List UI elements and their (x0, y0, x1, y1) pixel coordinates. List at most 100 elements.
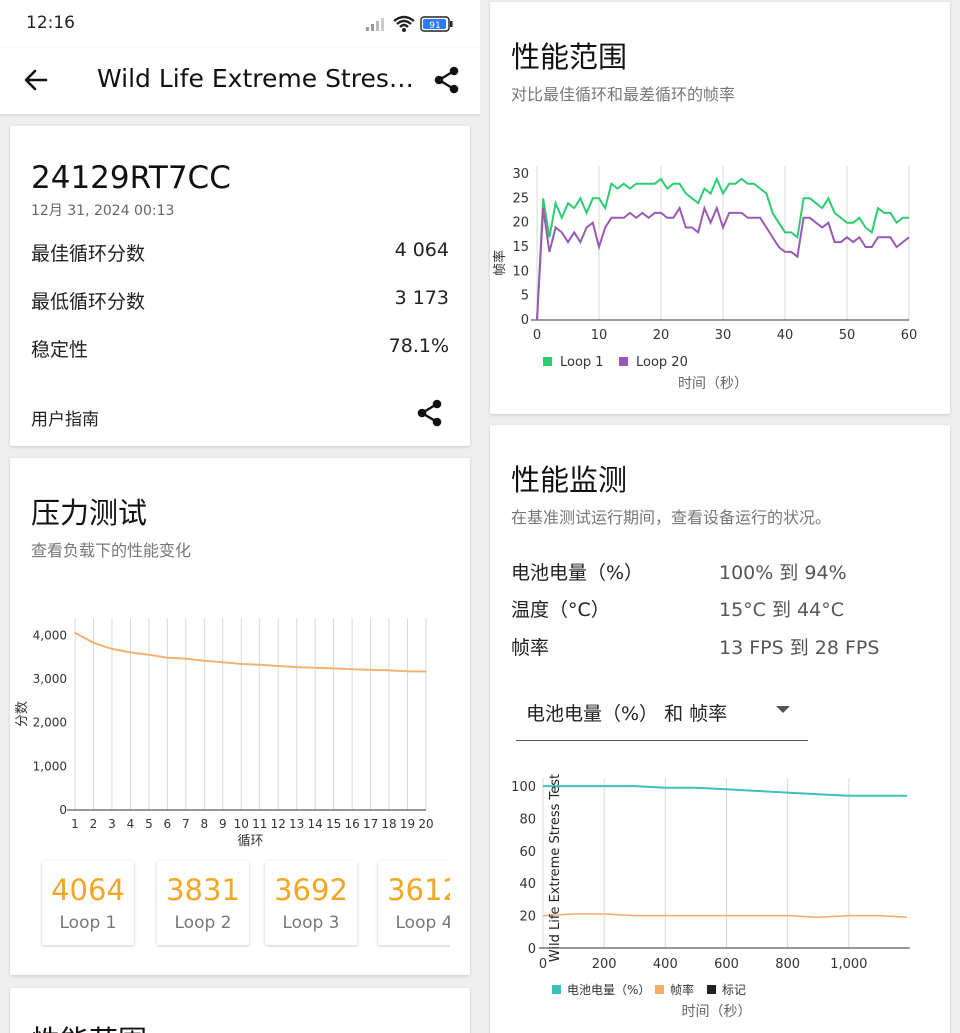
performance-range-card: 性能范围 对比最佳循环和最差循环的帧率 0 10 20 30 40 50 60 0 5 10 15 2… (490, 2, 950, 414)
loop-label: Loop 3 (282, 913, 340, 933)
dropdown-caret-icon (776, 706, 790, 713)
x-tick-label: 12 (271, 817, 286, 831)
page-title: Wild Life Extreme Stress... (97, 64, 422, 93)
legend-swatch (655, 985, 664, 994)
y-tick-label: 3,000 (33, 672, 67, 686)
y-tick-label: 25 (512, 191, 529, 206)
range-preview-title: 性能范围 (31, 1018, 147, 1033)
x-tick-label: 18 (381, 817, 396, 831)
share-icon[interactable] (432, 65, 462, 95)
metric-dropdown[interactable]: 电池电量（%） 和 帧率 (516, 695, 808, 741)
legend-label: Loop 1 (560, 355, 604, 370)
x-tick-label: 200 (592, 957, 617, 972)
performance-monitor-card: 性能监测 在基准测试运行期间，查看设备运行的状况。 电池电量（%） 100% 到… (490, 425, 950, 1033)
loop-card[interactable]: 4064 Loop 1 (42, 861, 134, 945)
left-pane: 12:16 91 Wild Life Extreme Stress... 241… (0, 0, 480, 1033)
loop-card[interactable]: 3612 Loop 4 (378, 861, 450, 945)
data-point (277, 665, 280, 667)
stress-test-card: 压力测试 查看负载下的性能变化 1 2 3 4 5 6 7 8 9 10 11 12 13 14 15 16 1… (10, 458, 470, 975)
y-tick-label: 5 (521, 289, 529, 304)
summary-card: 24129RT7CC 12月 31, 2024 00:13 最佳循环分数 4 0… (10, 126, 470, 446)
data-point (240, 663, 243, 665)
x-axis-label: 循环 (237, 834, 263, 848)
loop-card[interactable]: 3831 Loop 2 (157, 861, 249, 945)
series-line-score (74, 631, 427, 673)
wifi-icon (393, 15, 415, 32)
stress-title: 压力测试 (31, 496, 148, 530)
x-tick-label: 10 (591, 328, 608, 343)
fps-stat-label: 帧率 (511, 637, 550, 659)
data-point (203, 659, 206, 662)
x-tick-label: 6 (164, 817, 172, 831)
x-tick-label: 20 (653, 328, 670, 343)
x-tick-label: 600 (714, 957, 739, 972)
x-tick-label: 1,000 (830, 957, 867, 972)
legend-swatch (552, 985, 561, 994)
x-tick-label: 20 (418, 817, 433, 831)
x-tick-label: 400 (653, 957, 678, 972)
data-point (148, 653, 150, 656)
x-tick-label: 8 (200, 817, 208, 831)
y-tick-label: 20 (512, 216, 529, 231)
x-tick-label: 17 (363, 817, 378, 831)
y-tick-label: 60 (519, 845, 536, 860)
lowest-loop-value: 3 173 (394, 287, 449, 309)
x-axis-label: 时间（秒） (678, 376, 748, 392)
series-line-battery (543, 785, 907, 797)
guide-share-icon[interactable] (415, 398, 445, 428)
best-loop-value: 4 064 (394, 239, 449, 261)
legend-label: Loop 20 (636, 355, 688, 370)
status-time: 12:16 (26, 13, 75, 33)
temperature-stat-value: 15°C 到 44°C (719, 599, 844, 621)
data-point (332, 667, 335, 670)
x-tick-label: 2 (90, 817, 98, 831)
y-tick-label: 80 (519, 812, 536, 827)
y-tick-label: 20 (519, 910, 536, 925)
x-tick-label: 4 (127, 817, 135, 831)
loop-score: 4064 (51, 873, 125, 907)
y-tick-label: 40 (519, 877, 536, 892)
y-tick-label: 1,000 (33, 759, 67, 773)
lowest-loop-label: 最低循环分数 (31, 291, 146, 313)
battery-stat-label: 电池电量（%） (511, 562, 644, 584)
data-point (221, 661, 224, 664)
loop-score: 3692 (274, 873, 348, 907)
stress-score-chart: 1 2 3 4 5 6 7 8 9 10 11 12 13 14 15 16 17 18 19 2001,0002,0… (15, 618, 434, 848)
x-tick-label: 1 (71, 817, 79, 831)
status-icons: 91 (366, 15, 453, 32)
range-title: 性能范围 (511, 40, 628, 74)
monitor-title: 性能监测 (511, 463, 628, 497)
marker-annotation: Wild Life Extreme Stress Test (548, 774, 563, 962)
data-point (258, 663, 261, 666)
stress-subtitle: 查看负载下的性能变化 (31, 541, 192, 560)
loop-label: Loop 1 (59, 913, 117, 933)
data-point (295, 666, 298, 668)
data-point (425, 670, 427, 673)
stability-value: 78.1% (388, 335, 449, 357)
signal-icon (366, 18, 384, 31)
battery-stat-value: 100% 到 94% (719, 562, 847, 584)
loop-cards-strip[interactable]: 4064 Loop 1 3831 Loop 2 3692 Loop 3 3612… (40, 858, 450, 948)
loop-card[interactable]: 3692 Loop 3 (265, 861, 357, 945)
y-tick-label: 0 (528, 942, 536, 957)
series-line-fps (542, 913, 907, 918)
legend-swatch (543, 357, 552, 366)
legend-label: 标记 (722, 983, 746, 997)
back-arrow-icon[interactable] (22, 66, 50, 94)
x-tick-label: 0 (533, 328, 541, 343)
data-point (111, 648, 113, 650)
y-tick-label: 2,000 (33, 716, 67, 730)
range-subtitle: 对比最佳循环和最差循环的帧率 (511, 85, 736, 104)
data-point (351, 668, 353, 671)
data-point (166, 656, 169, 659)
loop-score: 3831 (166, 873, 240, 907)
monitor-subtitle: 在基准测试运行期间，查看设备运行的状况。 (511, 508, 832, 527)
data-point (129, 651, 132, 654)
y-tick-label: 30 (512, 167, 529, 182)
device-name: 24129RT7CC (31, 160, 231, 196)
user-guide-link[interactable]: 用户指南 (31, 405, 99, 430)
x-tick-label: 14 (308, 817, 323, 831)
data-point (74, 631, 76, 634)
x-tick-label: 800 (775, 957, 800, 972)
x-tick-label: 7 (182, 817, 190, 831)
